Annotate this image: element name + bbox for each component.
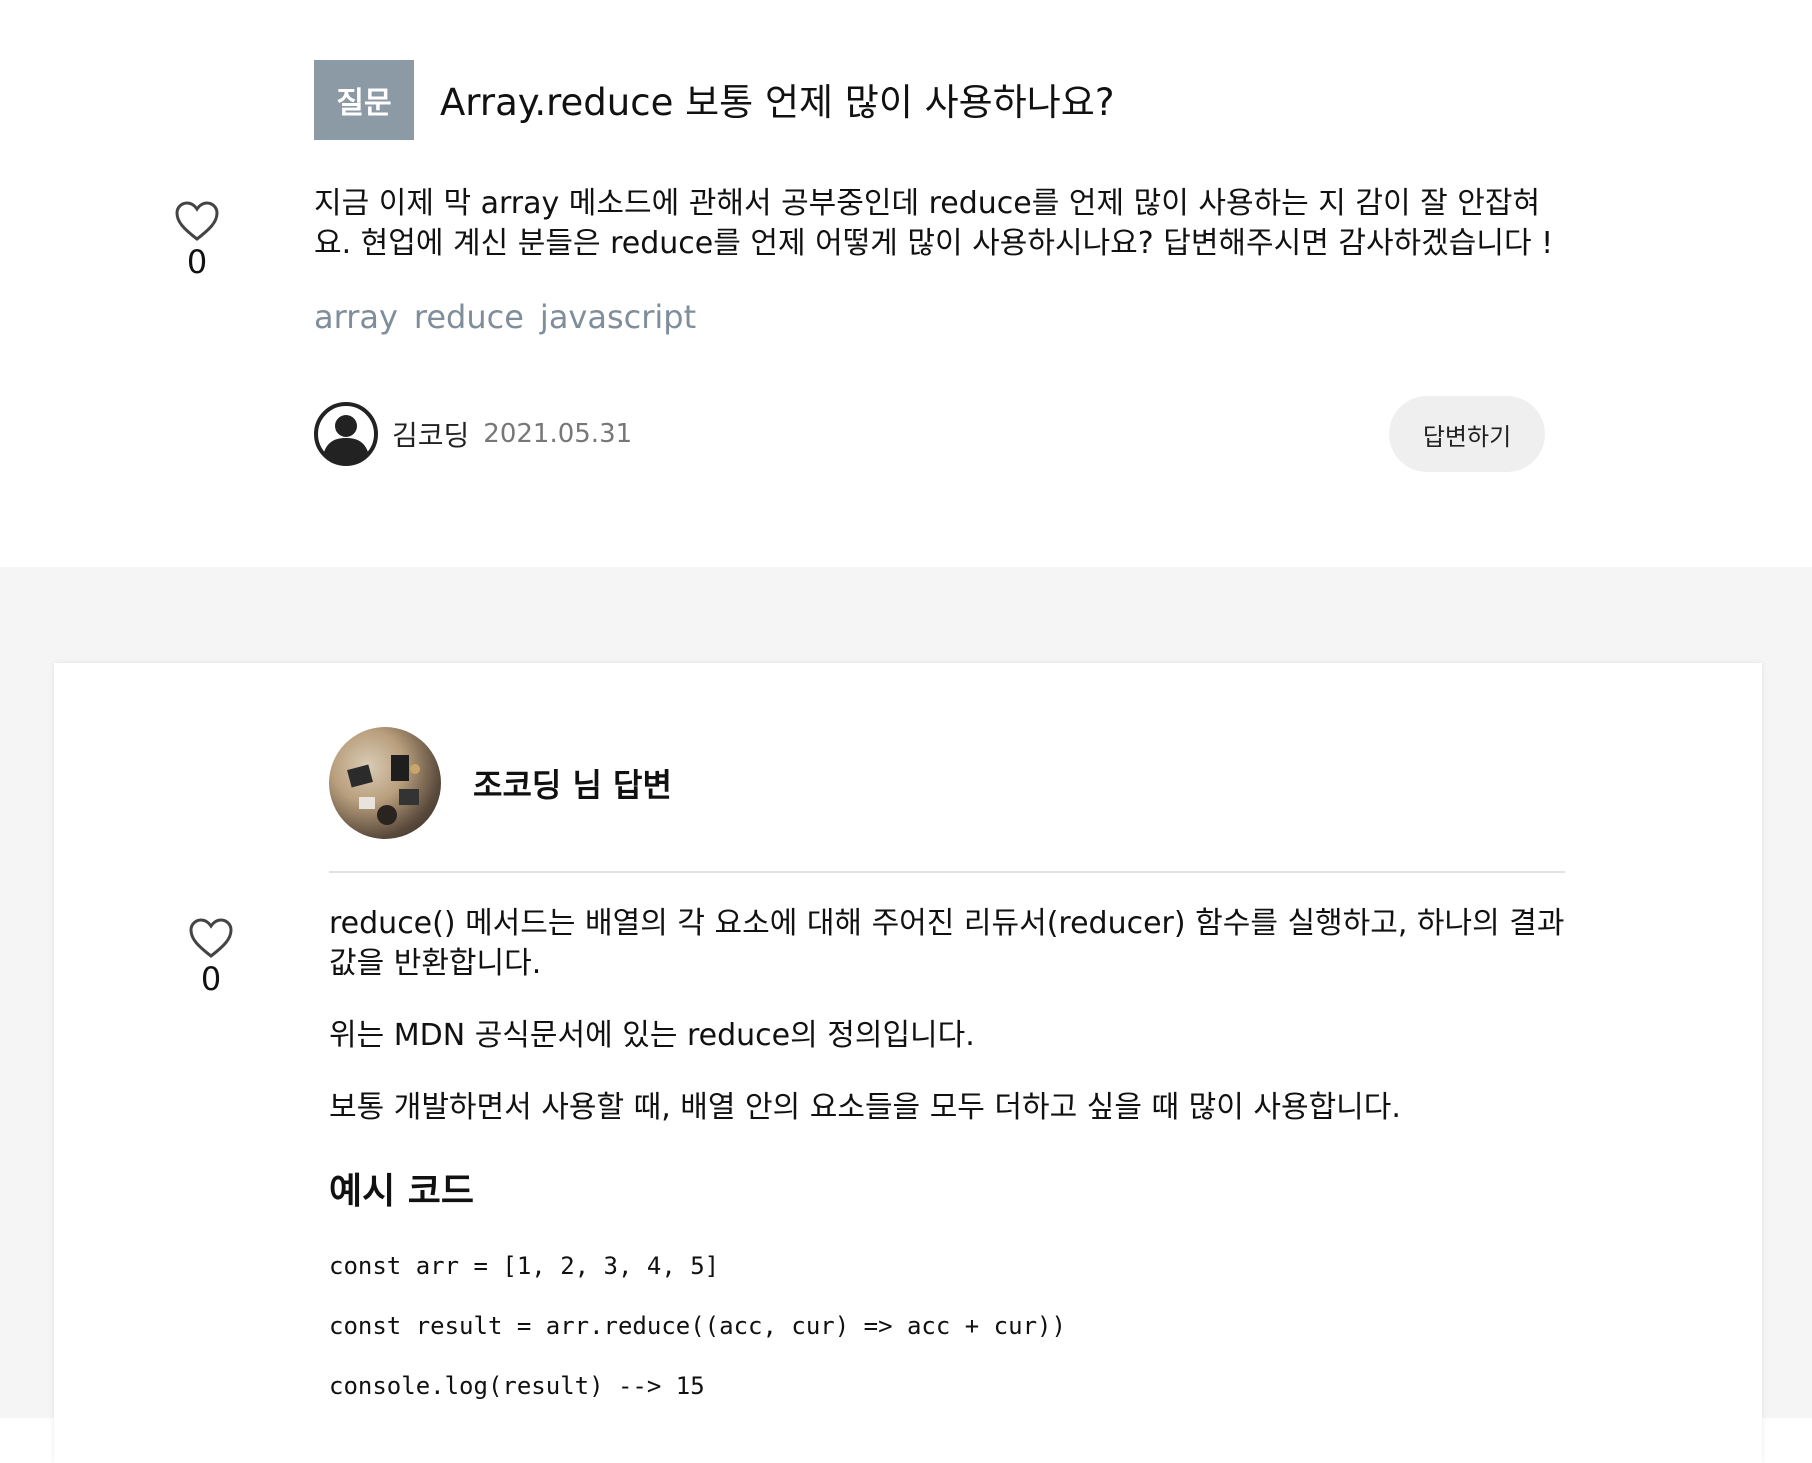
code-block: const arr = [1, 2, 3, 4, 5] const result…: [329, 1252, 1569, 1400]
question-badge: 질문: [314, 60, 414, 140]
code-line: const result = arr.reduce((acc, cur) => …: [329, 1312, 1066, 1340]
answerer-avatar[interactable]: [329, 727, 441, 839]
answer-paragraph: 위는 MDN 공식문서에 있는 reduce의 정의입니다.: [329, 1018, 975, 1053]
tag[interactable]: array: [314, 298, 398, 336]
answer-paragraph: reduce() 메서드는 배열의 각 요소에 대해 주어진 리듀서(reduc…: [329, 906, 1565, 981]
question-section: 질문 Array.reduce 보통 언제 많이 사용하나요? 0 지금 이제 …: [0, 0, 1812, 567]
tag[interactable]: reduce: [414, 298, 524, 336]
answer-divider: [329, 871, 1565, 873]
tag[interactable]: javascript: [540, 298, 696, 336]
question-body: 지금 이제 막 array 메소드에 관해서 공부중인데 reduce를 언제 …: [314, 186, 1554, 261]
answer-like-count: 0: [200, 960, 222, 998]
heart-icon[interactable]: [174, 200, 220, 242]
author-name[interactable]: 김코딩: [392, 414, 469, 454]
answer-body: reduce() 메서드는 배열의 각 요소에 대해 주어진 리듀서(reduc…: [329, 904, 1569, 1432]
code-line: console.log(result) --> 15: [329, 1372, 705, 1400]
heart-icon[interactable]: [188, 917, 234, 959]
post-date: 2021.05.31: [483, 419, 633, 449]
example-code-heading: 예시 코드: [329, 1171, 475, 1212]
answer-paragraph: 보통 개발하면서 사용할 때, 배열 안의 요소들을 모두 더하고 싶을 때 많…: [329, 1090, 1401, 1125]
code-line: const arr = [1, 2, 3, 4, 5]: [329, 1252, 720, 1280]
question-like[interactable]: 0: [172, 200, 222, 280]
question-title: Array.reduce 보통 언제 많이 사용하나요?: [440, 81, 1115, 124]
answer-author-heading: 조코딩 님 답변: [473, 766, 672, 804]
question-like-count: 0: [186, 243, 208, 281]
question-author: 김코딩 2021.05.31: [314, 402, 632, 466]
tag-list: array reduce javascript: [314, 298, 696, 336]
answer-header: 조코딩 님 답변: [329, 727, 672, 839]
answer-button[interactable]: 답변하기: [1389, 396, 1545, 472]
user-avatar-icon[interactable]: [314, 402, 378, 466]
answer-like[interactable]: 0: [186, 917, 236, 997]
